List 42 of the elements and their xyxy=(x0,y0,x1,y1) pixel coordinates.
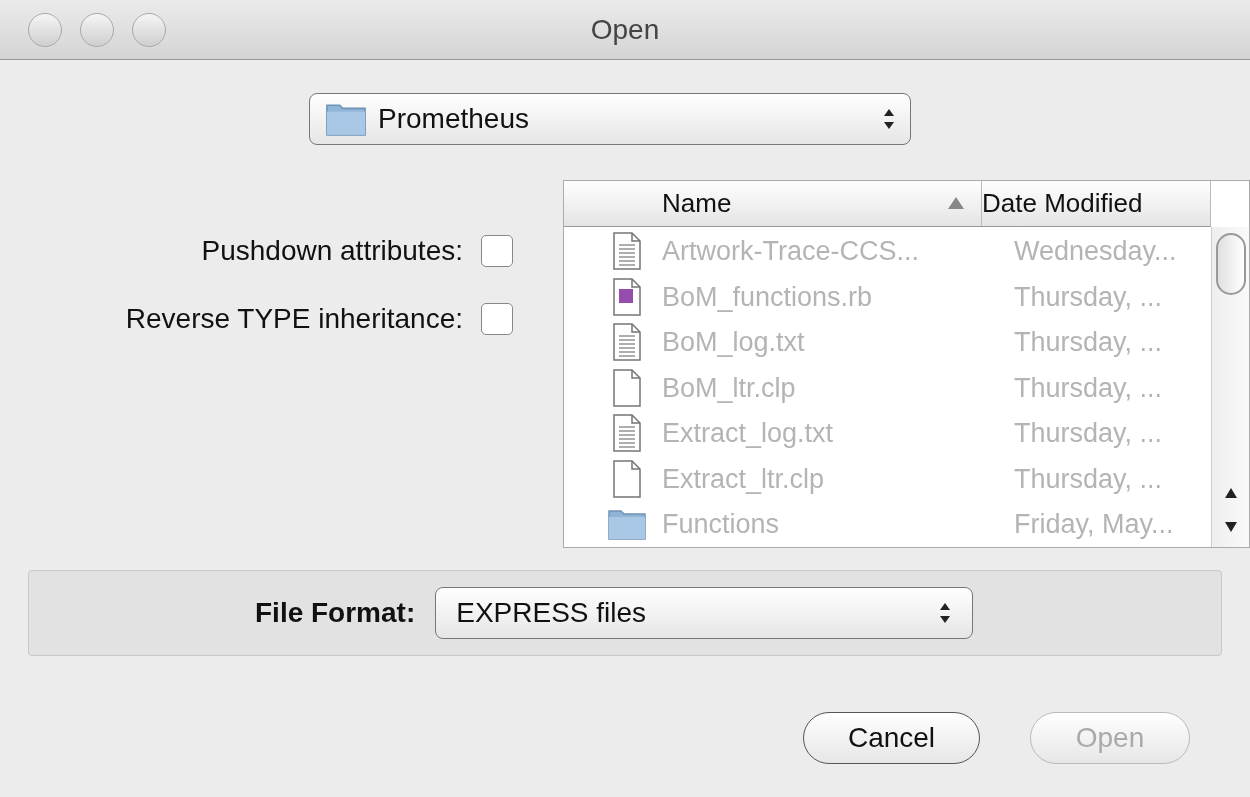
window-control-button[interactable] xyxy=(80,12,114,47)
text-file-icon xyxy=(612,322,642,363)
window-control-button[interactable] xyxy=(28,12,62,47)
option-label: Pushdown attributes: xyxy=(201,234,463,268)
column-header[interactable]: Date Modified xyxy=(982,181,1211,226)
scroll-up-icon[interactable] xyxy=(1223,487,1238,499)
file-date: Thursday, ... xyxy=(1014,462,1163,496)
option-label: Reverse TYPE inheritance: xyxy=(125,302,463,336)
location-popup[interactable]: Prometheus xyxy=(309,93,911,145)
scroll-down-icon[interactable] xyxy=(1223,521,1238,533)
file-name: Extract_log.txt xyxy=(662,417,835,450)
blank-file-icon xyxy=(612,458,642,499)
text-file-icon xyxy=(612,413,642,454)
format-label: File Format: xyxy=(255,596,416,630)
checkbox[interactable] xyxy=(481,303,513,335)
file-name: Artwork-Trace-CCS... xyxy=(662,235,920,268)
file-date: Thursday, ... xyxy=(1014,371,1163,405)
file-name: BoM_log.txt xyxy=(662,326,806,359)
file-name: Functions xyxy=(662,508,781,541)
folder-icon xyxy=(607,507,647,542)
file-name: BoM_functions.rb xyxy=(662,280,874,314)
blank-file-icon xyxy=(612,367,642,408)
checkbox[interactable] xyxy=(481,235,513,267)
file-date: Friday, May... xyxy=(1014,508,1174,541)
file-date: Wednesday... xyxy=(1014,235,1177,268)
format-popup[interactable]: EXPRESS files xyxy=(435,587,974,639)
scroll-thumb[interactable] xyxy=(1215,232,1246,295)
folder-icon xyxy=(324,101,368,137)
dialog-button[interactable]: Cancel xyxy=(803,712,980,764)
window-control-button[interactable] xyxy=(132,12,166,47)
file-name: Extract_ltr.clp xyxy=(662,462,826,496)
window-title: Open xyxy=(590,12,660,47)
column-header[interactable]: Name xyxy=(564,181,982,226)
file-date: Thursday, ... xyxy=(1014,326,1163,359)
stepper-arrows-icon xyxy=(882,107,896,131)
file-date: Thursday, ... xyxy=(1014,417,1163,450)
stepper-arrows-icon xyxy=(938,601,953,625)
text-file-icon xyxy=(612,231,642,272)
script-file-icon xyxy=(612,276,642,317)
file-date: Thursday, ... xyxy=(1014,280,1163,314)
scroll-bar[interactable] xyxy=(1211,226,1249,547)
file-name: BoM_ltr.clp xyxy=(662,371,797,405)
